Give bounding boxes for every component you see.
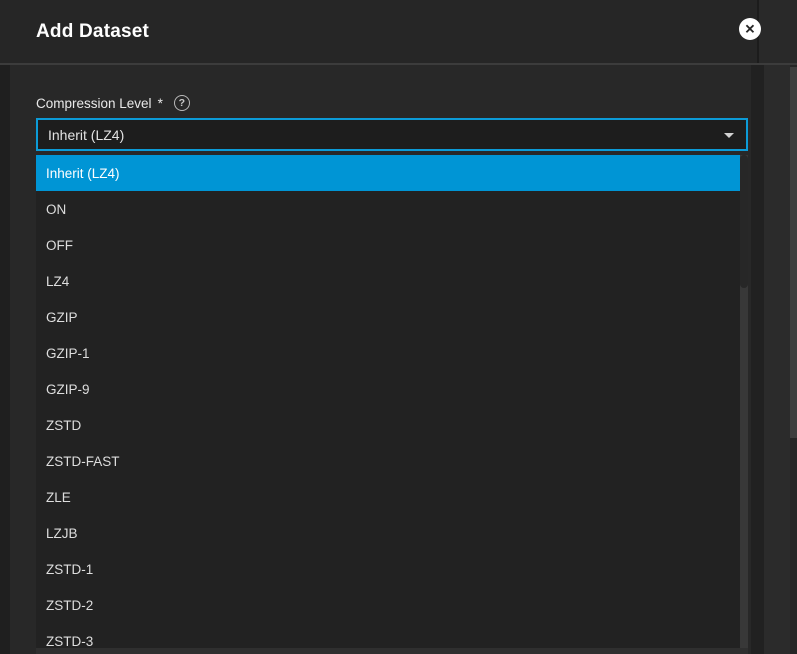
- close-icon: ✕: [745, 22, 756, 35]
- field-label: Compression Level: [36, 96, 152, 111]
- dropdown-option[interactable]: ZSTD-3: [36, 623, 748, 648]
- dropdown-options-list: Inherit (LZ4)ONOFFLZ4GZIPGZIP-1GZIP-9ZST…: [36, 155, 748, 648]
- dialog-left-margin: [0, 65, 10, 654]
- dropdown-option[interactable]: GZIP: [36, 299, 748, 335]
- dropdown-option[interactable]: ZSTD-1: [36, 551, 748, 587]
- dropdown-scrollbar-thumb[interactable]: [740, 155, 748, 288]
- content-below-panel: [36, 648, 748, 654]
- page-background: [764, 65, 790, 654]
- page-title: Add Dataset: [36, 0, 149, 63]
- dropdown-option[interactable]: OFF: [36, 227, 748, 263]
- required-asterisk: *: [158, 96, 163, 111]
- dropdown-option[interactable]: GZIP-1: [36, 335, 748, 371]
- dropdown-option[interactable]: ZLE: [36, 479, 748, 515]
- form-scrollbar-gutter[interactable]: [751, 65, 764, 654]
- page-scrollbar-thumb[interactable]: [790, 67, 797, 438]
- dropdown-option[interactable]: ON: [36, 191, 748, 227]
- compression-level-select[interactable]: Inherit (LZ4): [36, 118, 748, 151]
- select-value: Inherit (LZ4): [48, 127, 124, 143]
- dropdown-option[interactable]: ZSTD-FAST: [36, 443, 748, 479]
- help-icon[interactable]: ?: [174, 95, 190, 111]
- dropdown-option[interactable]: ZSTD: [36, 407, 748, 443]
- compression-dropdown-panel: Inherit (LZ4)ONOFFLZ4GZIPGZIP-1GZIP-9ZST…: [36, 155, 748, 648]
- help-icon-glyph: ?: [179, 98, 185, 109]
- dropdown-option[interactable]: Inherit (LZ4): [36, 155, 748, 191]
- close-button[interactable]: ✕: [739, 18, 761, 40]
- compression-level-label-row: Compression Level * ?: [36, 94, 190, 112]
- dropdown-option[interactable]: ZSTD-2: [36, 587, 748, 623]
- chevron-down-icon: [724, 133, 734, 138]
- dropdown-option[interactable]: LZJB: [36, 515, 748, 551]
- page-background-header: [759, 0, 797, 63]
- dropdown-option[interactable]: GZIP-9: [36, 371, 748, 407]
- dropdown-option[interactable]: LZ4: [36, 263, 748, 299]
